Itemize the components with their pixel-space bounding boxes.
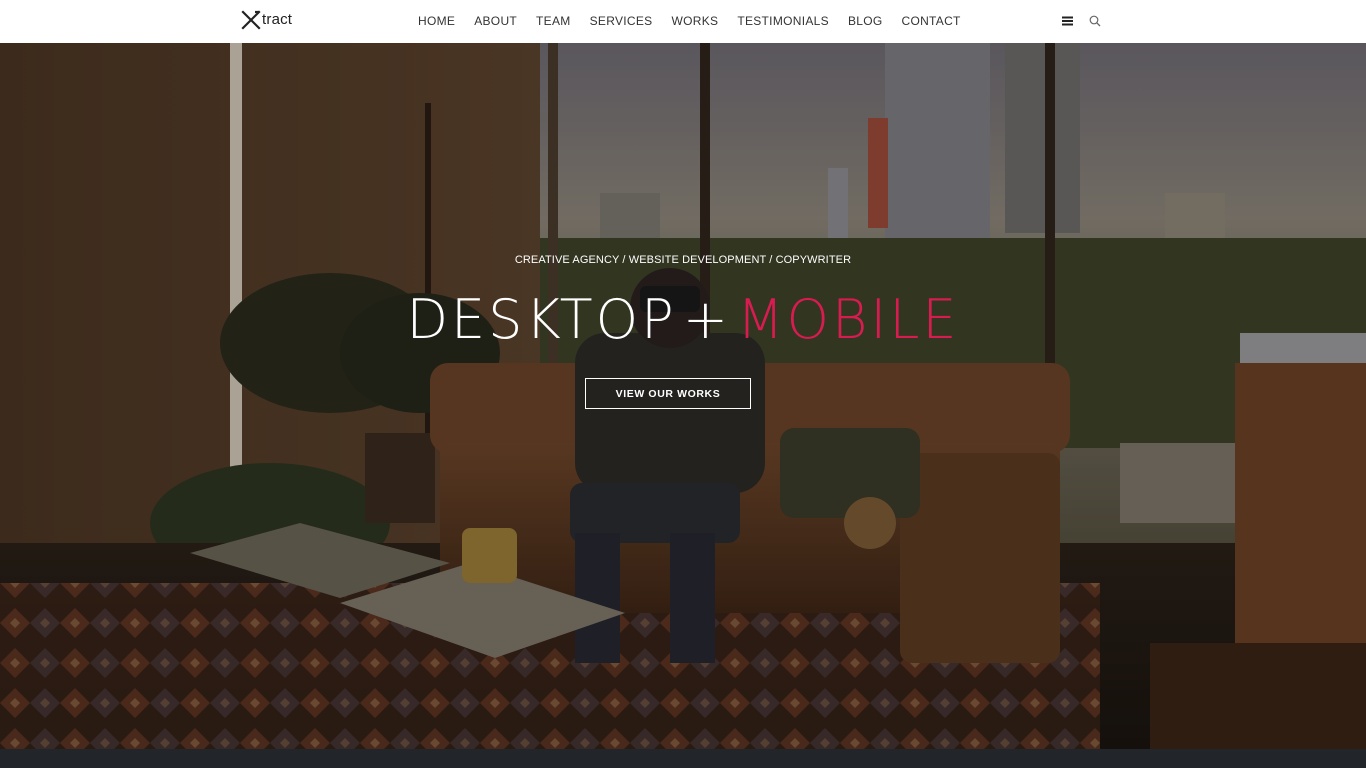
header-tools — [1060, 12, 1102, 30]
site-logo[interactable]: tract — [241, 9, 292, 31]
search-icon[interactable] — [1088, 14, 1102, 28]
nav-blog[interactable]: BLOG — [848, 0, 883, 43]
view-our-works-button[interactable]: VIEW OUR WORKS — [585, 378, 751, 409]
nav-services[interactable]: SERVICES — [590, 0, 653, 43]
nav-about[interactable]: ABOUT — [474, 0, 517, 43]
hero-tagline: CREATIVE AGENCY / WEBSITE DEVELOPMENT / … — [514, 254, 852, 266]
headline-desktop: DESKTOP — [406, 288, 677, 351]
nav-works[interactable]: WORKS — [671, 0, 718, 43]
main-nav: HOME ABOUT TEAM SERVICES WORKS TESTIMONI… — [418, 0, 961, 43]
hero-headline: DESKTOP + MOBILE — [0, 288, 1366, 352]
site-header: tract HOME ABOUT TEAM SERVICES WORKS TES… — [0, 0, 1366, 43]
nav-team[interactable]: TEAM — [536, 0, 571, 43]
logo-text: tract — [262, 11, 293, 28]
nav-contact[interactable]: CONTACT — [901, 0, 960, 43]
next-section-strip — [0, 749, 1366, 768]
headline-mobile: MOBILE — [736, 288, 960, 351]
nav-testimonials[interactable]: TESTIMONIALS — [737, 0, 829, 43]
hamburger-icon[interactable] — [1060, 14, 1074, 28]
nav-home[interactable]: HOME — [418, 0, 455, 43]
headline-plus: + — [682, 288, 731, 351]
x-logo-icon — [241, 10, 261, 30]
hero-section: CREATIVE AGENCY / WEBSITE DEVELOPMENT / … — [0, 43, 1366, 749]
